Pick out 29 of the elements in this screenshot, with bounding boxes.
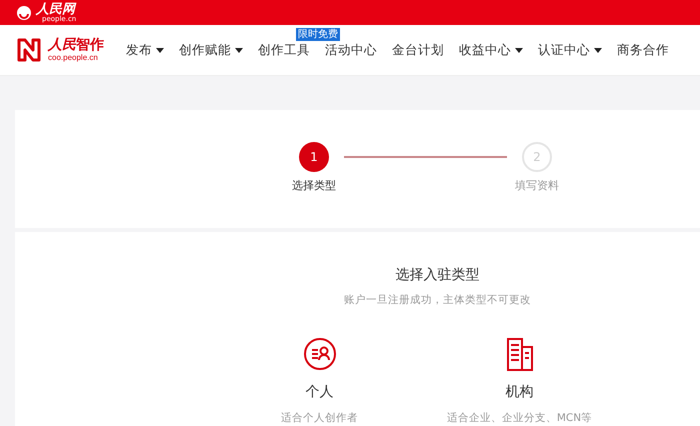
option-name[interactable]: 机构 — [506, 383, 534, 401]
nav-item[interactable]: 创作赋能 — [173, 41, 252, 59]
building-icon — [504, 337, 534, 371]
nav-item[interactable]: 活动中心 — [319, 41, 386, 59]
site-logo-text: 人民网 — [36, 2, 76, 16]
nav-item[interactable]: 创作工具 — [252, 41, 319, 59]
logo-icon — [16, 4, 32, 20]
option-name[interactable]: 个人 — [306, 383, 334, 401]
section-title: 选择入驻类型 — [396, 266, 480, 284]
nav-item[interactable]: 认证中心 — [532, 41, 611, 59]
promo-badge: 限时免费 — [296, 28, 340, 41]
option-description: 适合个人创作者 — [281, 411, 358, 425]
brand-logo-icon — [16, 37, 42, 63]
caret-icon — [594, 48, 602, 52]
brand-domain: coo.people.cn — [48, 54, 99, 62]
step-number: 1 — [299, 142, 329, 172]
section-subtitle: 账户一旦注册成功，主体类型不可更改 — [344, 293, 531, 307]
person-icon — [302, 337, 336, 371]
brand-name: 人民智作 — [48, 38, 104, 52]
nav-item[interactable]: 发布 — [120, 41, 173, 59]
nav-item[interactable]: 收益中心 — [453, 41, 532, 59]
option-description: 适合企业、企业分支、MCN等 — [446, 411, 592, 425]
nav-item[interactable]: 商务合作 — [611, 41, 678, 59]
caret-icon — [515, 48, 523, 52]
nav-item[interactable]: 金台计划 — [386, 41, 453, 59]
step-label: 选择类型 — [292, 178, 336, 193]
step-label: 填写资料 — [515, 178, 559, 193]
caret-icon — [235, 48, 243, 52]
caret-icon — [156, 48, 164, 52]
